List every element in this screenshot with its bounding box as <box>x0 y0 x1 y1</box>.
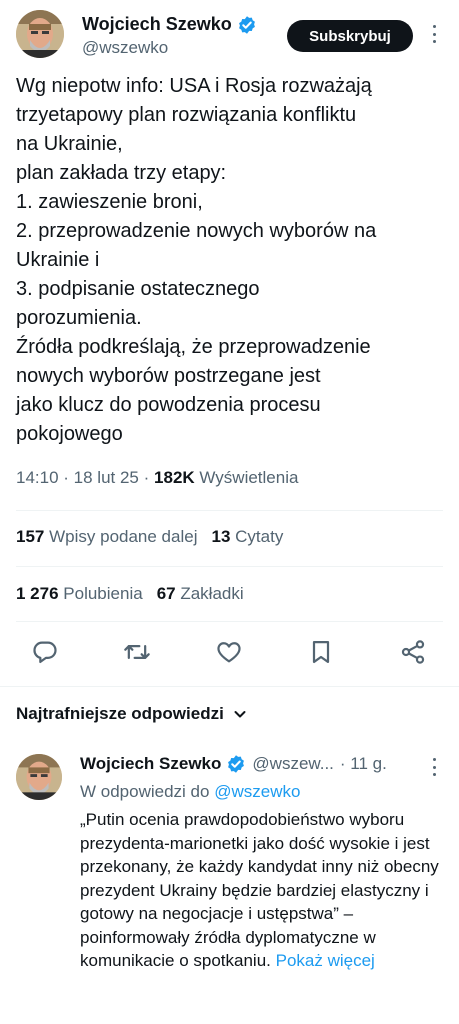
author-avatar[interactable] <box>16 10 64 58</box>
quotes-stat[interactable]: 13 Cytaty <box>211 527 283 546</box>
replies-sort-label: Najtrafniejsze odpowiedzi <box>16 704 224 723</box>
likes-label: Polubienia <box>63 584 143 603</box>
tweet-date[interactable]: 18 lut 25 <box>74 468 139 487</box>
author-name[interactable]: Wojciech Szewko <box>82 14 232 35</box>
reply-time[interactable]: · 11 g. <box>340 754 387 774</box>
bookmarks-label: Zakładki <box>180 584 244 603</box>
like-stats: 1 276 Polubienia 67 Zakładki <box>16 584 244 604</box>
repost-stats: 157 Wpisy podane dalej 13 Cytaty <box>16 527 283 547</box>
reply-text: „Putin ocenia prawdopodobieństwo wyboru … <box>80 810 439 970</box>
tweet-header: Wojciech Szewko @wszewko Subskrybuj <box>16 8 446 64</box>
bookmarks-count: 67 <box>156 584 176 603</box>
divider <box>0 686 459 687</box>
author-handle[interactable]: @wszewko <box>82 38 168 58</box>
reply-to-handle[interactable]: @wszewko <box>214 782 300 801</box>
repost-icon[interactable] <box>123 638 151 666</box>
quotes-count: 13 <box>211 527 231 546</box>
reply-avatar[interactable] <box>16 754 62 800</box>
tweet-text: Wg niepotw info: USA i Rosja rozważają t… <box>16 75 377 445</box>
views-count: 182K <box>154 468 195 487</box>
bookmarks-stat[interactable]: 67 Zakładki <box>157 584 244 603</box>
more-icon[interactable] <box>428 22 440 46</box>
reply-to-line: W odpowiedzi do @wszewko <box>80 782 300 802</box>
views-label[interactable]: Wyświetlenia <box>199 468 298 487</box>
reply-text-block: „Putin ocenia prawdopodobieństwo wyboru … <box>80 808 450 973</box>
tweet-meta: 14:10 · 18 lut 25 · 182K Wyświetlenia <box>16 468 298 488</box>
show-more-link[interactable]: Pokaż więcej <box>276 951 375 970</box>
meta-separator: · <box>143 468 155 487</box>
verified-badge-icon <box>228 755 245 773</box>
subscribe-button[interactable]: Subskrybuj <box>287 20 413 52</box>
reply-icon[interactable] <box>31 638 59 666</box>
chevron-down-icon <box>234 711 246 718</box>
bookmark-icon[interactable] <box>307 638 335 666</box>
quotes-label: Cytaty <box>235 527 284 546</box>
tweet-time[interactable]: 14:10 <box>16 468 59 487</box>
divider <box>16 510 443 511</box>
heart-icon[interactable] <box>215 638 243 666</box>
replies-sort-dropdown[interactable]: Najtrafniejsze odpowiedzi <box>16 704 248 724</box>
likes-stat[interactable]: 1 276 Polubienia <box>16 584 143 603</box>
reply-author-handle[interactable]: @wszew... <box>252 754 334 774</box>
share-icon[interactable] <box>399 638 427 666</box>
reposts-label: Wpisy podane dalej <box>49 527 198 546</box>
reply-author-name[interactable]: Wojciech Szewko <box>80 754 221 774</box>
reply-to-prefix: W odpowiedzi do <box>80 782 210 801</box>
divider <box>16 566 443 567</box>
reply-header: Wojciech Szewko @wszew... · 11 g. <box>80 754 387 774</box>
reply-item[interactable]: Wojciech Szewko @wszew... · 11 g. W odpo… <box>16 748 446 1024</box>
action-bar <box>0 632 459 672</box>
verified-badge-icon <box>238 15 255 34</box>
likes-count: 1 276 <box>16 584 59 603</box>
reposts-stat[interactable]: 157 Wpisy podane dalej <box>16 527 197 546</box>
more-icon[interactable] <box>428 756 440 778</box>
divider <box>16 621 443 622</box>
meta-separator: · <box>63 468 74 487</box>
reposts-count: 157 <box>16 527 45 546</box>
